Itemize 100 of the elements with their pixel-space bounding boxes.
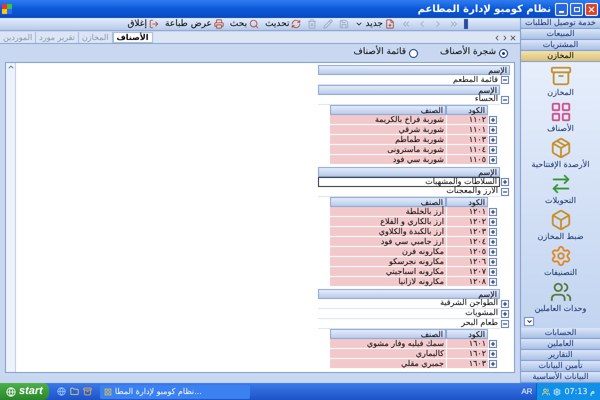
- expand-icon[interactable]: [489, 156, 497, 164]
- navigation-group[interactable]: خدمة توصيل الطلبات: [521, 18, 600, 29]
- radio-button[interactable]: [409, 48, 418, 58]
- expand-icon[interactable]: [489, 136, 497, 144]
- clock: 07:13 م: [564, 386, 595, 398]
- folder-icon[interactable]: [70, 387, 79, 396]
- expand-icon[interactable]: [489, 258, 497, 266]
- navigation-item[interactable]: ضبط المخازن: [538, 209, 584, 241]
- tree-row[interactable]: المشويات: [318, 309, 500, 319]
- toolbar-button[interactable]: جديد: [352, 18, 398, 30]
- expand-icon[interactable]: [489, 340, 497, 348]
- toolbar-button[interactable]: إغلاق: [124, 18, 162, 30]
- restore-button[interactable]: [570, 2, 583, 16]
- navigation-group[interactable]: التقارير: [521, 350, 600, 361]
- tree-row[interactable]: الطواجن الشرقية: [318, 299, 500, 309]
- scroll-down-button[interactable]: [524, 317, 534, 326]
- navigation-group[interactable]: المخازن: [521, 51, 600, 62]
- table-cell: جمبري مقلي: [330, 359, 446, 369]
- expand-icon[interactable]: [489, 360, 497, 368]
- column-header[interactable]: الإسم: [318, 65, 510, 75]
- radio-option[interactable]: قائمة الأصناف: [354, 46, 418, 60]
- column-header[interactable]: الإسم: [318, 289, 500, 299]
- collapse-icon[interactable]: [501, 188, 509, 196]
- navigation-item[interactable]: التحويلات: [545, 173, 576, 205]
- expand-icon[interactable]: [489, 350, 497, 358]
- navigation-group[interactable]: تأمين البيانات: [521, 361, 600, 372]
- users-icon[interactable]: [542, 388, 550, 396]
- navigation-group[interactable]: العاملين: [521, 339, 600, 350]
- language-indicator[interactable]: AR: [521, 386, 532, 398]
- table-cell: مكارونه لازانيا: [330, 277, 446, 287]
- scroll-right-icon[interactable]: [501, 34, 509, 42]
- pencil-icon: [323, 19, 334, 29]
- expand-icon[interactable]: [489, 238, 497, 246]
- column-header[interactable]: الكود: [446, 105, 488, 115]
- navigation-group[interactable]: المشتريات: [521, 40, 600, 51]
- column-header[interactable]: الكود: [446, 197, 488, 207]
- navigation-group[interactable]: البيانات الأساسية: [521, 372, 600, 383]
- table-cell: سمك فيليه وفار مشوي: [330, 339, 446, 349]
- browser-icon[interactable]: [56, 387, 66, 396]
- table-cell: شوربة طماطم: [330, 135, 446, 145]
- table-cell: شوربة شرقي: [330, 125, 446, 135]
- box-icon: [550, 209, 572, 231]
- expand-icon[interactable]: [489, 278, 497, 286]
- close-icon[interactable]: [509, 34, 517, 42]
- scroll-left-icon[interactable]: [493, 34, 501, 42]
- navigation-item[interactable]: وحدات العاملين: [534, 281, 586, 313]
- scrollbar[interactable]: [6, 63, 16, 372]
- navigation-item[interactable]: الأصناف: [547, 101, 574, 133]
- expand-icon[interactable]: [489, 208, 497, 216]
- toolbar-grip[interactable]: [464, 19, 468, 29]
- table-cell: ١١٠٢: [446, 115, 488, 125]
- navigation-item[interactable]: الأرصدة الإفتتاحية: [532, 137, 590, 169]
- toolbar-button[interactable]: عرض طباعة: [162, 18, 227, 30]
- expand-icon[interactable]: [489, 228, 497, 236]
- first-icon: [449, 19, 459, 29]
- toolbar-button[interactable]: تحديث: [262, 18, 304, 30]
- table-cell: شوربة سي فود: [330, 155, 446, 165]
- expand-icon[interactable]: [489, 248, 497, 256]
- expand-icon[interactable]: [489, 116, 497, 124]
- scroll-up-icon[interactable]: [6, 63, 14, 71]
- taskbar-window-button[interactable]: نظام كومبو لإدارة المطا...: [100, 384, 250, 398]
- refresh-icon: [291, 19, 302, 29]
- tree-row[interactable]: الحساء: [318, 95, 500, 105]
- table-cell: ١١٠١: [446, 125, 488, 135]
- expand-icon[interactable]: [489, 146, 497, 154]
- gears-icon: [550, 245, 572, 267]
- column-header[interactable]: الصنف: [330, 105, 446, 115]
- gear-icon[interactable]: [553, 388, 562, 396]
- expand-icon[interactable]: [489, 268, 497, 276]
- navigation-item[interactable]: المخازن: [547, 65, 574, 97]
- column-header[interactable]: الصنف: [330, 197, 446, 207]
- expand-icon[interactable]: [489, 218, 497, 226]
- column-header[interactable]: الإسم: [318, 167, 500, 177]
- navigation-item[interactable]: التصنيفات: [544, 245, 577, 277]
- tree-row[interactable]: طعام البحر: [318, 319, 500, 329]
- radio-option[interactable]: شجرة الأصناف: [440, 46, 508, 60]
- expand-icon[interactable]: [501, 178, 509, 186]
- table-cell: ارز جامبي سي فود: [330, 237, 446, 247]
- close-button[interactable]: [585, 2, 598, 16]
- navigation-group[interactable]: الحسابات: [521, 328, 600, 339]
- tree-row[interactable]: الارز والمعجنات: [318, 187, 500, 197]
- tree-row[interactable]: السلاطات والمشهيات: [318, 177, 500, 187]
- table-cell: ١٦٠٣: [446, 359, 488, 369]
- column-header[interactable]: الكود: [446, 329, 488, 339]
- users-icon: [550, 281, 572, 303]
- collapse-icon[interactable]: [501, 320, 509, 328]
- expand-icon[interactable]: [489, 126, 497, 134]
- collapse-icon[interactable]: [501, 76, 509, 84]
- table-cell: مكارونه اسباجيتي: [330, 267, 446, 277]
- tab[interactable]: الأصناف: [112, 32, 153, 43]
- column-header[interactable]: الإسم: [318, 85, 500, 95]
- column-header[interactable]: الصنف: [330, 329, 446, 339]
- minimize-button[interactable]: [555, 2, 568, 16]
- toolbar-button[interactable]: بحث: [226, 18, 262, 30]
- expand-icon[interactable]: [501, 300, 509, 308]
- expand-icon[interactable]: [501, 310, 509, 318]
- radio-button[interactable]: [499, 48, 508, 58]
- navigation-group[interactable]: المبيعات: [521, 29, 600, 40]
- collapse-icon[interactable]: [501, 96, 509, 104]
- window-title: نظام كومبو لإدارة المطاعم: [418, 2, 551, 16]
